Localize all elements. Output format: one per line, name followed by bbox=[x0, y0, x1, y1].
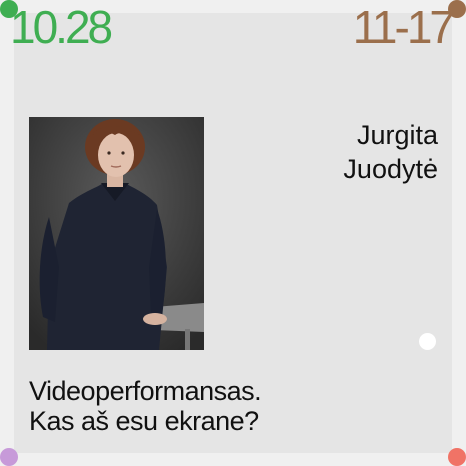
speaker-first-name: Jurgita bbox=[356, 120, 438, 150]
event-title: Videoperformansas. Kas aš esu ekrane? bbox=[29, 376, 262, 436]
lilac-dot-icon bbox=[0, 448, 18, 466]
start-date: 10.28 bbox=[10, 1, 113, 53]
coral-dot-icon bbox=[448, 448, 466, 466]
white-dot-icon bbox=[419, 333, 436, 350]
event-title-line1: Videoperformansas. bbox=[29, 376, 262, 406]
speaker-name: Jurgita Juodytė bbox=[343, 118, 438, 186]
end-date: 11-17 bbox=[352, 1, 455, 53]
speaker-photo bbox=[29, 117, 204, 350]
event-title-line2: Kas aš esu ekrane? bbox=[29, 406, 259, 436]
speaker-last-name: Juodytė bbox=[343, 154, 438, 184]
